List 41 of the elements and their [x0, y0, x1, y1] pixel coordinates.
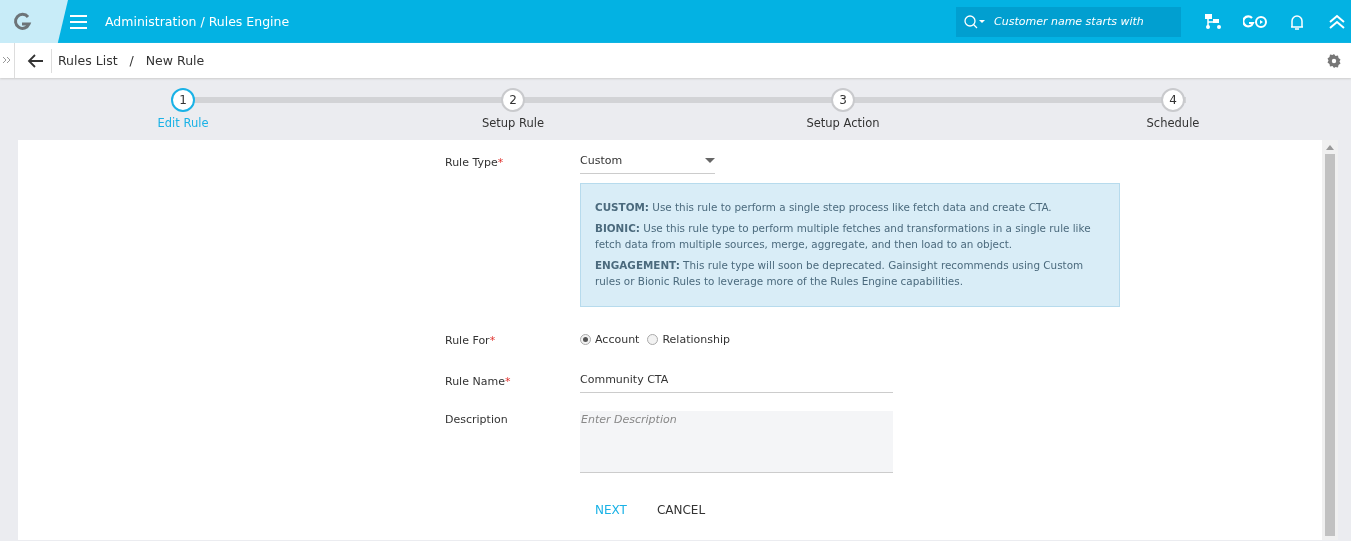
breadcrumb-separator: /: [129, 53, 134, 68]
scrollbar-thumb[interactable]: [1325, 154, 1335, 536]
menu-icon[interactable]: [70, 14, 87, 29]
radio-option[interactable]: Relationship: [647, 333, 730, 346]
required-mark: *: [489, 334, 496, 347]
step-number[interactable]: 2: [501, 88, 525, 112]
field-label: Rule Type: [445, 156, 498, 169]
description-field[interactable]: Enter Description: [580, 411, 893, 473]
step-number[interactable]: 1: [171, 88, 195, 112]
required-mark: *: [497, 156, 504, 169]
org-chart-icon[interactable]: [1203, 12, 1223, 31]
step-number[interactable]: 4: [1161, 88, 1185, 112]
step-number[interactable]: 3: [831, 88, 855, 112]
field-label: Rule For: [445, 334, 490, 347]
caret-icon: [705, 158, 715, 163]
search-field[interactable]: Customer name starts with: [994, 15, 1174, 28]
info-text: CUSTOM: Use this rule to perform a single step process like fetch data and create CTA.: [595, 200, 1053, 215]
cancel-button[interactable]: CANCEL: [641, 499, 721, 521]
step-label[interactable]: Setup Rule: [481, 116, 545, 130]
back-arrow-icon[interactable]: [27, 53, 43, 68]
breadcrumb-item: New Rule: [145, 53, 205, 68]
page-title: Administration / Rules Engine: [105, 14, 290, 29]
step-label[interactable]: Schedule: [1146, 116, 1200, 130]
collapse-icon[interactable]: [1327, 12, 1347, 31]
go-icon[interactable]: [1243, 12, 1267, 31]
rule-type-dropdown[interactable]: Custom: [580, 154, 715, 174]
search-icon[interactable]: [964, 14, 986, 29]
breadcrumb-item[interactable]: Rules List: [58, 53, 118, 68]
info-text: ENGAGEMENT: This rule type will soon be deprecated. Gainsight recommends using Custom rules or Bionic Rules to leverage more of the Rules Engine capabilities.: [595, 258, 1085, 289]
field-label: Description: [445, 413, 508, 426]
settings-icon[interactable]: [1327, 53, 1341, 68]
logo-icon[interactable]: [0, 0, 68, 43]
step-label[interactable]: Setup Action: [806, 116, 880, 130]
rule-name-field[interactable]: Community CTA: [580, 373, 893, 393]
expand-icon[interactable]: [0, 43, 15, 78]
required-mark: *: [504, 375, 511, 388]
radio-option[interactable]: Account: [580, 333, 640, 346]
info-text: BIONIC: Use this rule type to perform multiple fetches and transformations in a single rule like fetch data from multiple sources, merge, aggregate, and then load to an object.: [595, 221, 1092, 252]
scroll-up-icon[interactable]: [1326, 145, 1334, 150]
search-bar[interactable]: Customer name starts with: [956, 6, 1181, 37]
field-label: Rule Name: [445, 375, 505, 388]
